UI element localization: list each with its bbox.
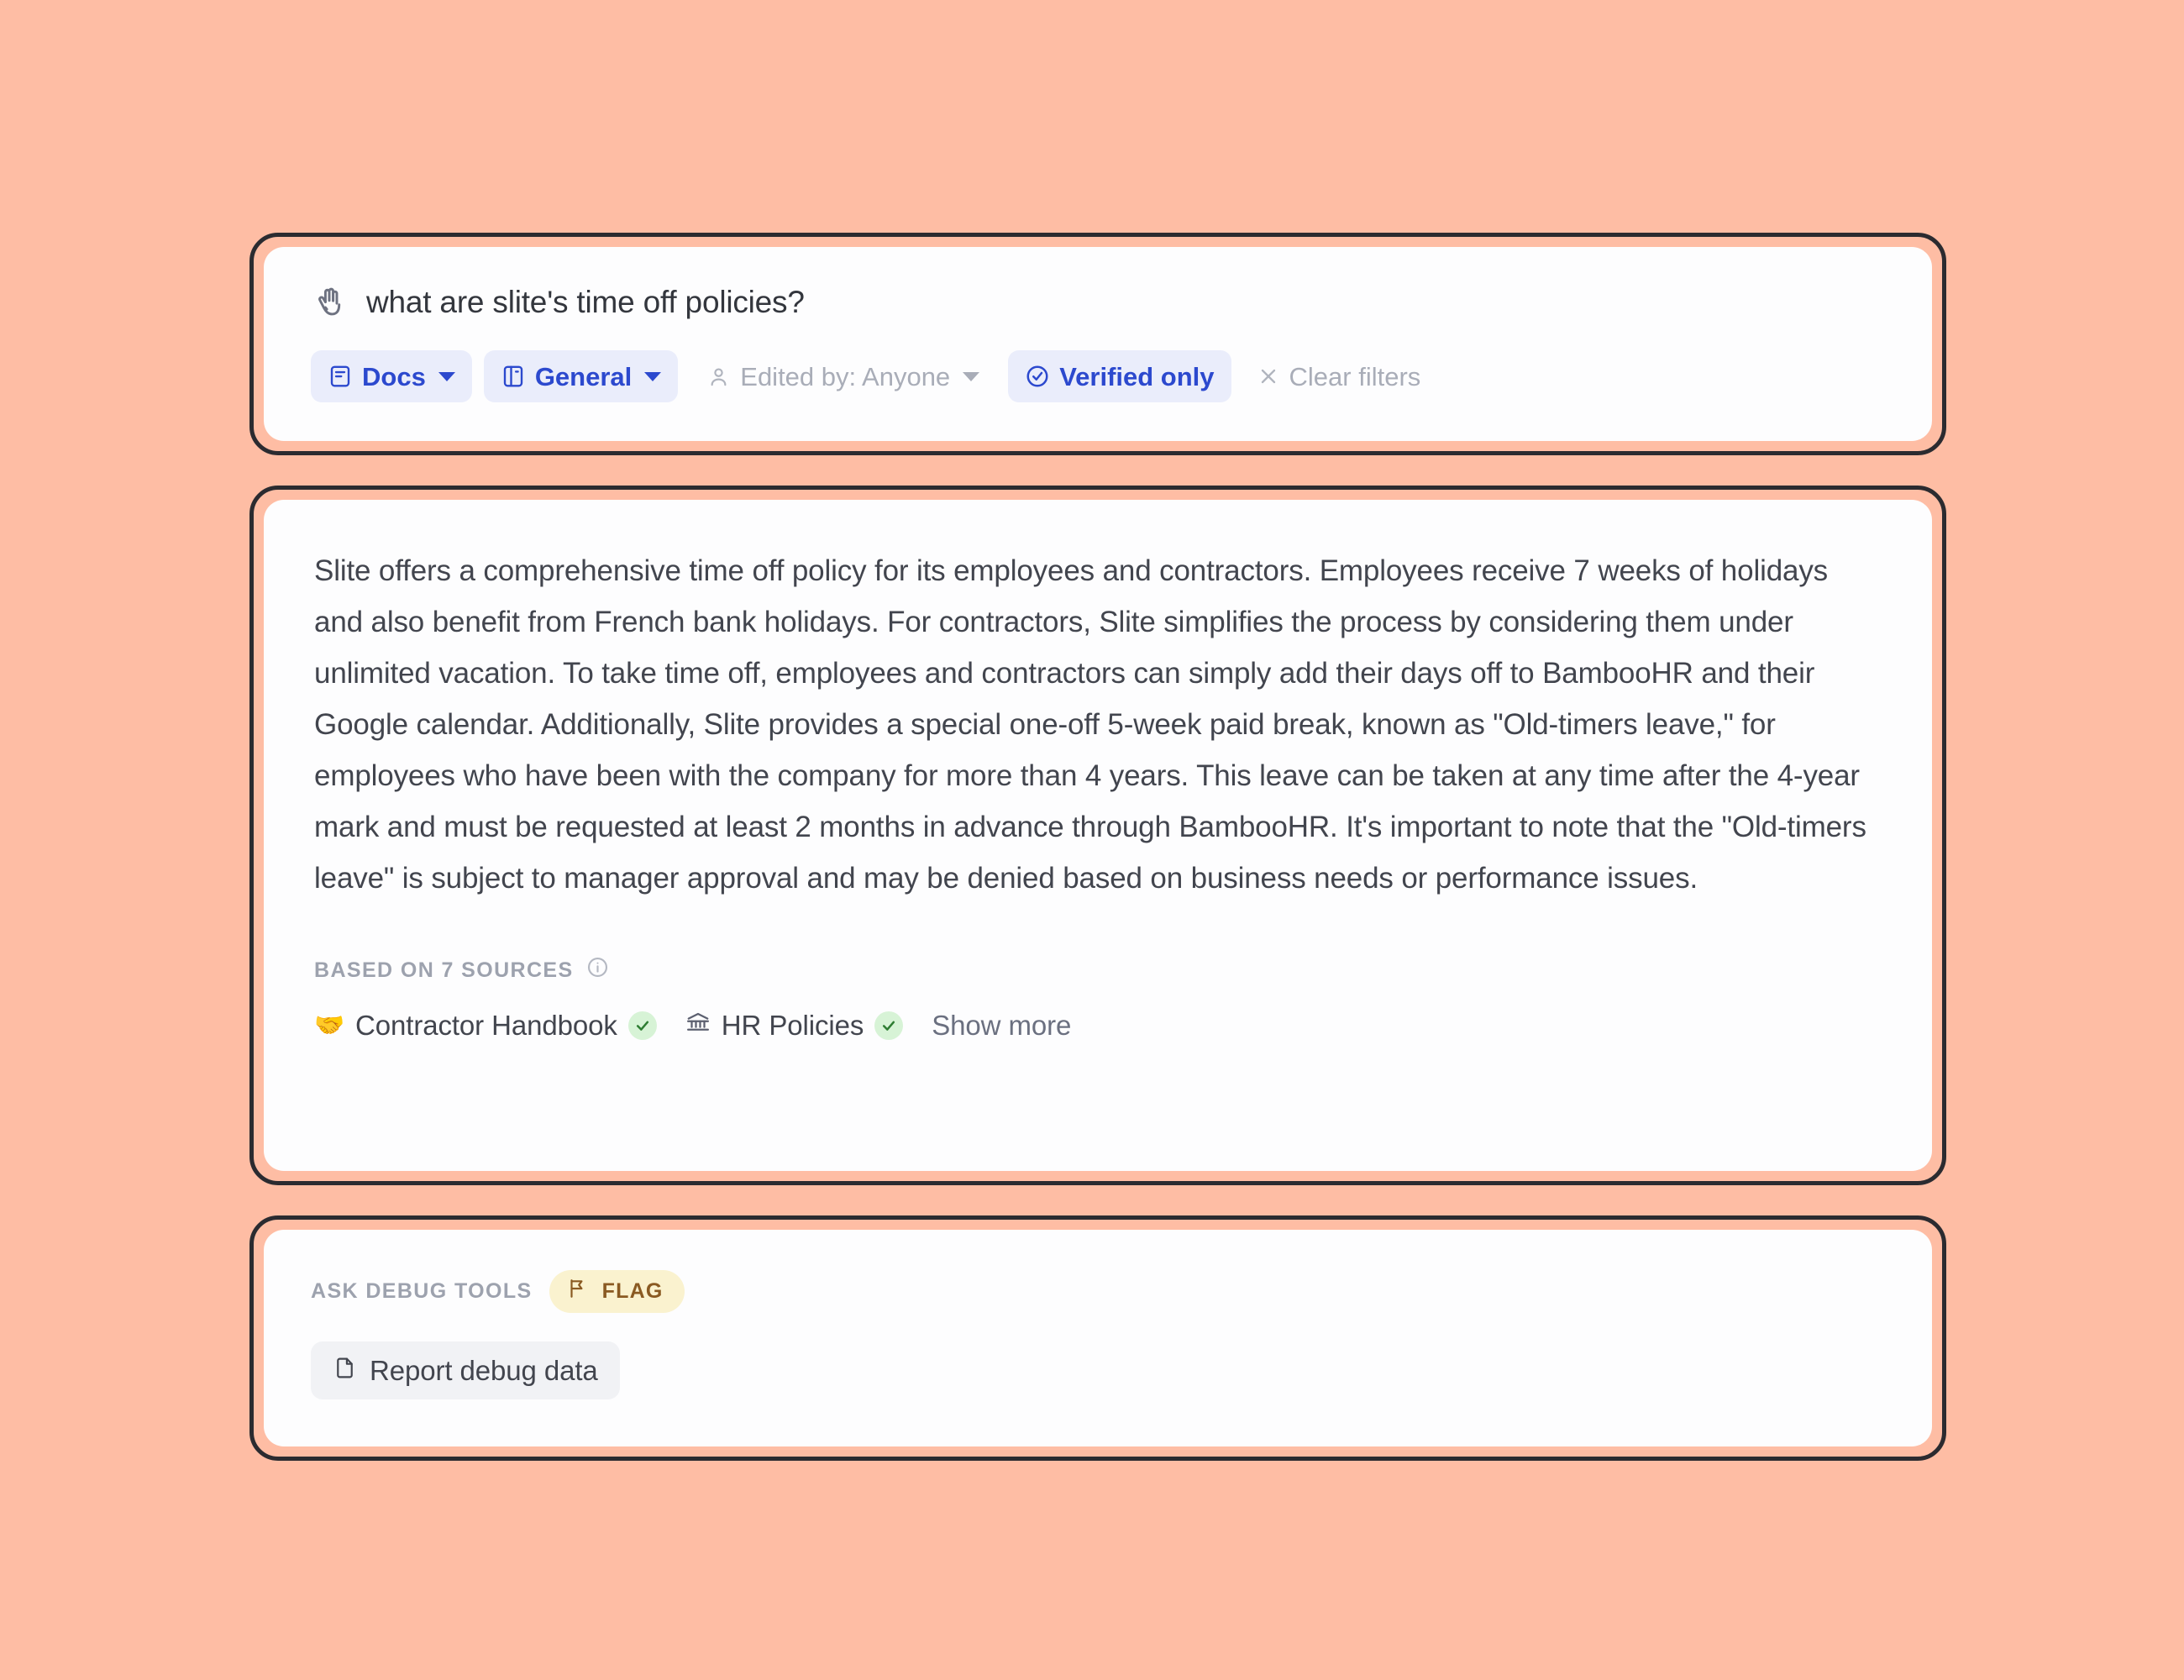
source-item-hr-policies[interactable]: HR Policies: [685, 1010, 904, 1042]
filter-chip-general-label: General: [534, 361, 633, 391]
filter-chip-row: Docs General Edited by: Anyone Verified …: [311, 350, 1885, 403]
report-debug-data-label: Report debug data: [370, 1354, 598, 1386]
handshake-icon: 🤝: [314, 1011, 345, 1039]
sources-label-text: BASED ON 7 SOURCES: [314, 958, 574, 982]
report-debug-data-button[interactable]: Report debug data: [311, 1341, 620, 1399]
query-card: what are slite's time off policies? Docs: [249, 233, 1946, 455]
chevron-down-icon: [644, 371, 662, 381]
info-icon[interactable]: [586, 956, 609, 984]
filter-chip-edited-by-label: Edited by: Anyone: [740, 361, 951, 391]
debug-header-row: ASK DEBUG TOOLS FLAG: [311, 1270, 1885, 1313]
clear-filters-label: Clear filters: [1289, 361, 1421, 391]
debug-card: ASK DEBUG TOOLS FLAG Report debug data: [249, 1215, 1946, 1461]
query-card-inner: what are slite's time off policies? Docs: [264, 247, 1932, 441]
filter-chip-general[interactable]: General: [483, 350, 679, 403]
clear-filters-button[interactable]: Clear filters: [1243, 350, 1438, 402]
source-item-contractor-handbook[interactable]: 🤝 Contractor Handbook: [314, 1010, 657, 1042]
query-row: what are slite's time off policies?: [311, 284, 1885, 321]
raised-hand-icon: [311, 284, 348, 321]
show-more-sources-button[interactable]: Show more: [932, 1010, 1071, 1042]
flag-icon: [566, 1278, 588, 1305]
bank-icon: [685, 1010, 711, 1042]
query-text: what are slite's time off policies?: [366, 285, 805, 319]
person-icon: [706, 365, 731, 389]
close-icon: [1257, 365, 1280, 388]
verified-badge-icon: [874, 1011, 904, 1040]
filter-chip-verified-only[interactable]: Verified only: [1008, 350, 1231, 403]
answer-body-text: Slite offers a comprehensive time off po…: [314, 554, 1866, 895]
filter-chip-docs-label: Docs: [362, 361, 426, 391]
source-name: HR Policies: [721, 1010, 864, 1041]
flag-badge-label: FLAG: [601, 1279, 664, 1303]
answer-card: Slite offers a comprehensive time off po…: [249, 486, 1946, 1185]
source-name: Contractor Handbook: [355, 1010, 617, 1041]
filter-chip-docs[interactable]: Docs: [311, 350, 472, 403]
filter-chip-verified-only-label: Verified only: [1059, 361, 1215, 391]
panel-icon: [501, 364, 526, 389]
verified-badge-icon: [627, 1011, 657, 1040]
chevron-down-icon: [438, 371, 455, 381]
sources-label-row: BASED ON 7 SOURCES: [314, 956, 1882, 984]
sources-row: 🤝 Contractor Handbook HR Policies Show m…: [314, 1010, 1882, 1042]
flag-badge[interactable]: FLAG: [549, 1270, 685, 1313]
debug-tools-title: ASK DEBUG TOOLS: [311, 1279, 533, 1303]
answer-card-inner: Slite offers a comprehensive time off po…: [264, 500, 1932, 1171]
chevron-down-icon: [963, 371, 980, 381]
document-icon: [328, 364, 353, 389]
file-icon: [333, 1355, 357, 1387]
debug-card-inner: ASK DEBUG TOOLS FLAG Report debug data: [264, 1230, 1932, 1446]
filter-chip-edited-by[interactable]: Edited by: Anyone: [690, 350, 996, 402]
app-root: what are slite's time off policies? Docs: [0, 0, 2184, 1680]
check-circle-icon: [1025, 364, 1050, 389]
